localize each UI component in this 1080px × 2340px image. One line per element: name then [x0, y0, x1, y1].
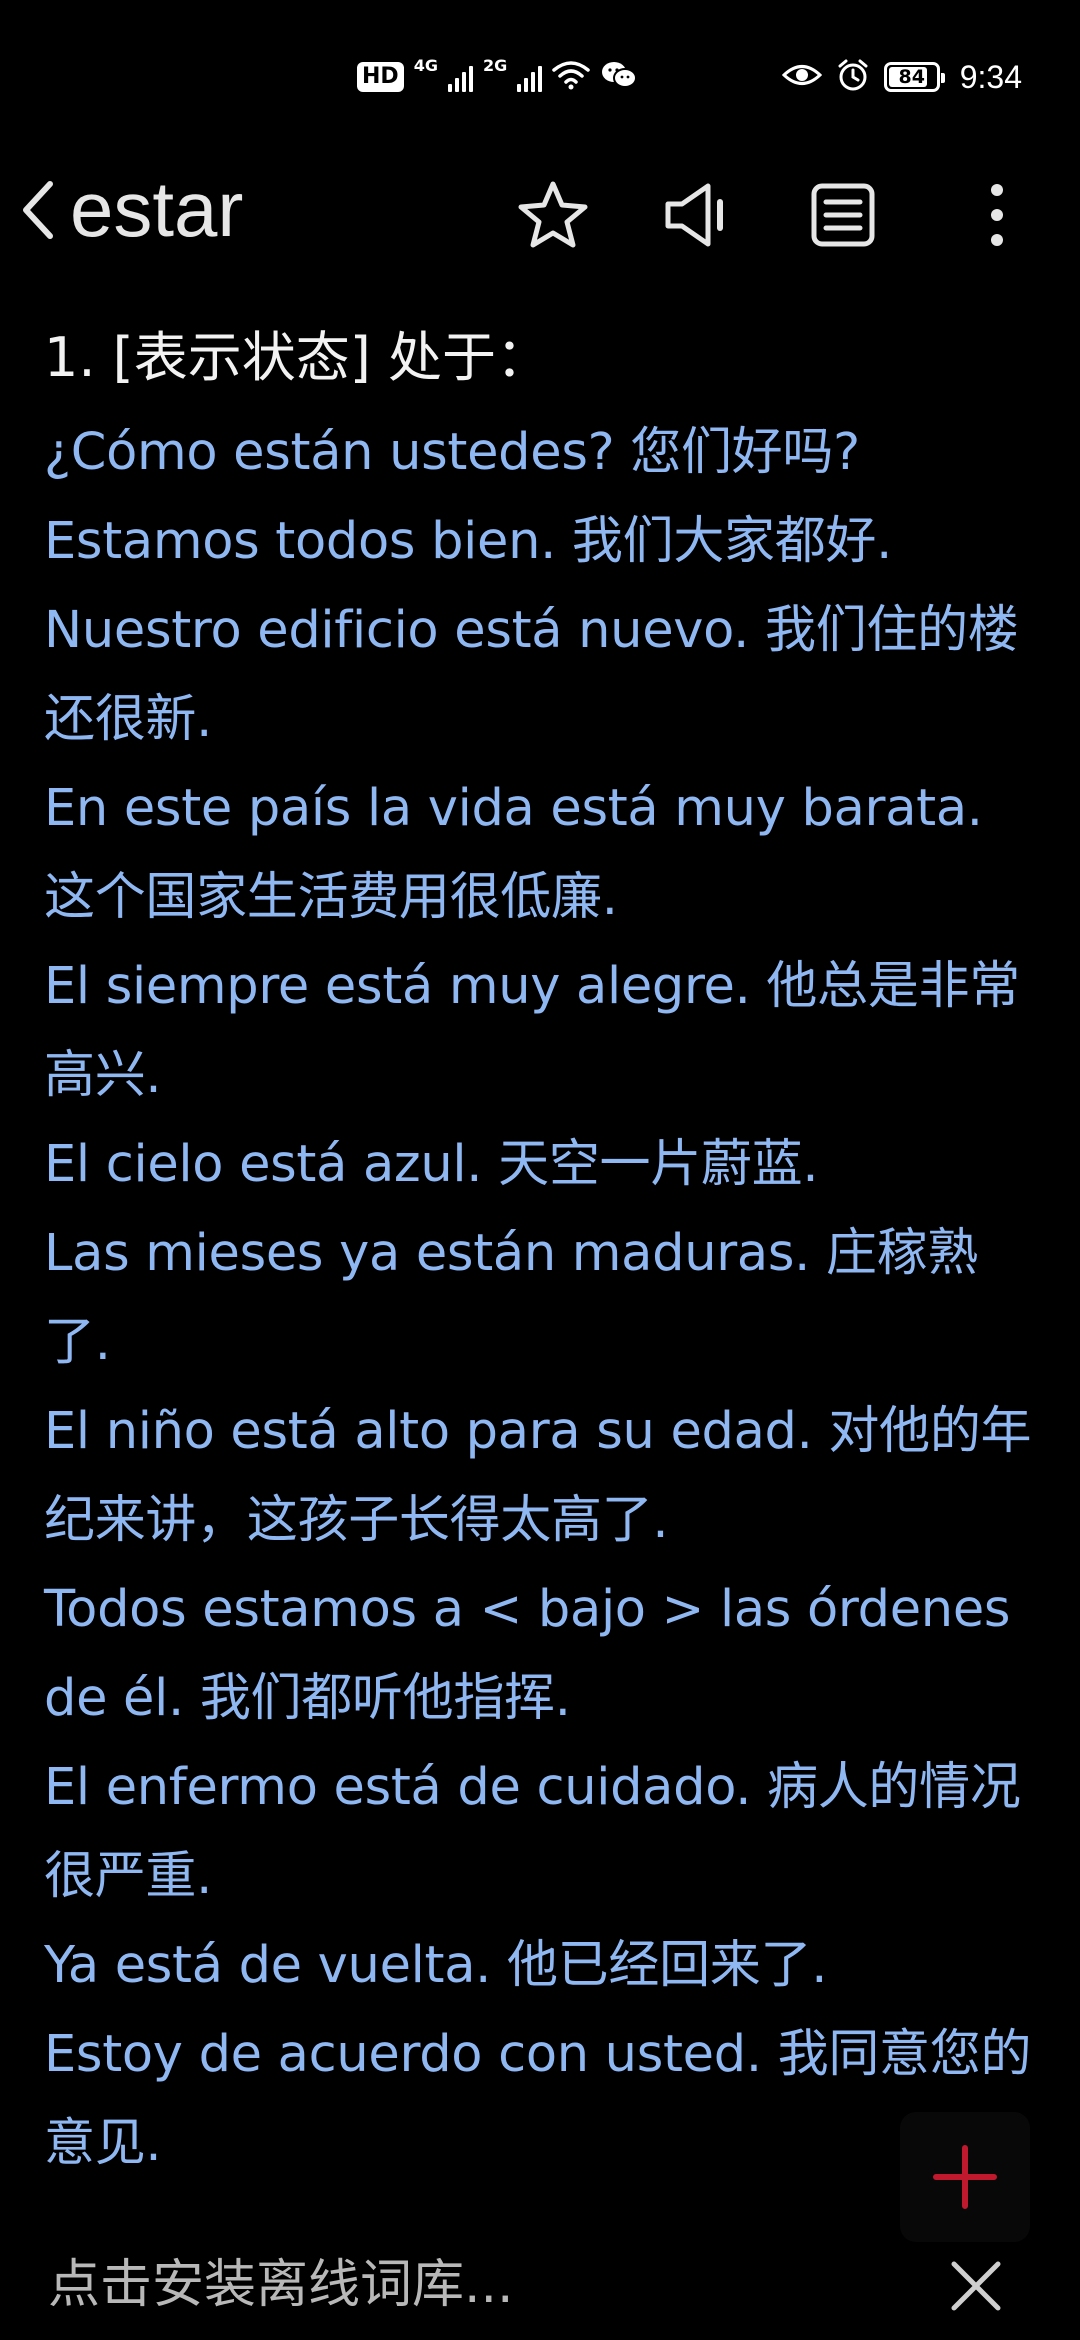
more-options-button[interactable] — [952, 170, 1042, 260]
battery-percent: 84 — [898, 66, 925, 88]
example-sentence: El siempre está muy alegre. 他总是非常高兴. — [44, 957, 1020, 1105]
status-bar: HD 4G 2G 84 9:34 — [0, 0, 1080, 150]
clock-time: 9:34 — [959, 58, 1022, 95]
offline-dictionary-banner: 点击安装离线词库... — [0, 2220, 1080, 2340]
battery-icon: 84 — [883, 62, 945, 92]
example-sentence: Todos estamos a < bajo > las órdenes de … — [44, 1580, 1011, 1728]
chevron-left-icon — [23, 181, 53, 239]
page-title: estar — [70, 165, 244, 253]
example-sentence: Nuestro edificio está nuevo. 我们住的楼还很新. — [44, 601, 1019, 749]
app-toolbar: estar — [0, 150, 1080, 270]
wechat-icon — [600, 60, 638, 94]
close-icon — [951, 2261, 1001, 2311]
status-bar-left: HD 4G 2G — [357, 52, 638, 102]
favorite-button[interactable] — [508, 170, 598, 260]
alarm-icon — [836, 58, 870, 96]
plus-icon — [933, 2145, 997, 2209]
example-sentence: El niño está alto para su edad. 对他的年纪来讲，… — [44, 1402, 1032, 1550]
example-sentence: En este país la vida está muy barata. 这个… — [44, 779, 983, 927]
example-sentence: El enfermo está de cuidado. 病人的情况很严重. — [44, 1758, 1021, 1906]
hd-icon: HD — [357, 62, 404, 92]
star-icon — [518, 181, 588, 248]
example-sentence: Estamos todos bien. 我们大家都好. — [44, 512, 893, 571]
example-sentence: Las mieses ya están maduras. 庄稼熟了. — [44, 1224, 979, 1372]
close-banner-button[interactable] — [940, 2250, 1012, 2322]
more-vertical-icon — [991, 184, 1003, 246]
install-offline-dictionary-link[interactable]: 点击安装离线词库... — [48, 2250, 514, 2320]
list-icon — [811, 183, 875, 247]
eye-icon — [781, 60, 822, 94]
example-sentence: ¿Cómo están ustedes? 您们好吗? — [44, 423, 860, 482]
word-list-button[interactable] — [798, 170, 888, 260]
pronounce-button[interactable] — [652, 170, 742, 260]
status-bar-right: 84 9:34 — [781, 52, 1022, 102]
network-type-4g: 4G — [413, 56, 438, 75]
network-type-2g: 2G — [482, 56, 508, 75]
dictionary-entry: 1. [表示状态] 处于： ¿Cómo están ustedes? 您们好吗?… — [44, 318, 1044, 2188]
example-sentence: Ya está de vuelta. 他已经回来了. — [44, 1936, 828, 1995]
sense-heading: 1. [表示状态] 处于： — [44, 326, 550, 389]
signal-2g-icon — [517, 62, 543, 92]
example-sentence: Estoy de acuerdo con usted. 我同意您的意见. — [44, 2025, 1032, 2173]
wifi-icon — [552, 60, 590, 94]
back-button[interactable] — [8, 170, 68, 250]
signal-4g-icon — [447, 62, 473, 92]
example-sentence: El cielo está azul. 天空一片蔚蓝. — [44, 1135, 819, 1194]
speaker-icon — [665, 183, 723, 247]
